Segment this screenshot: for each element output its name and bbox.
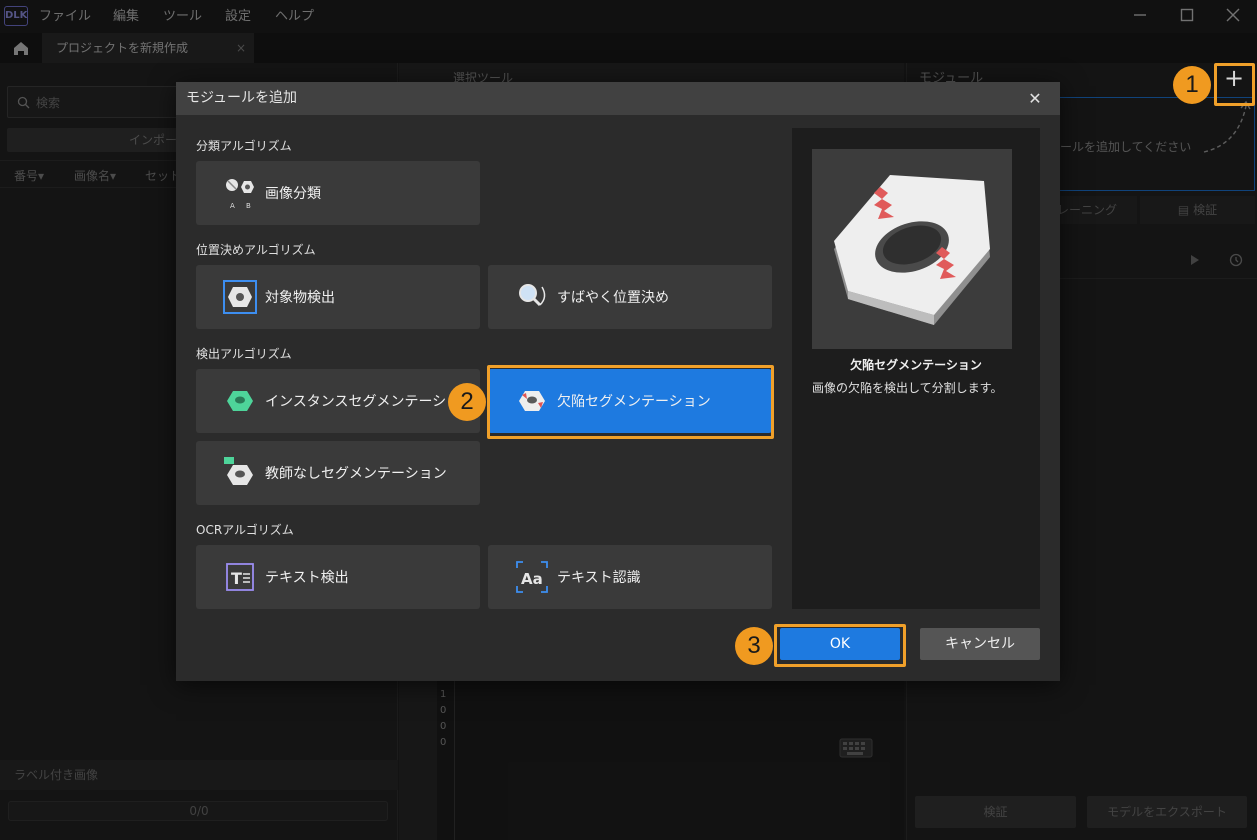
- module-text-recognition[interactable]: Aa テキスト認識: [488, 545, 772, 609]
- section-classification: 分類アルゴリズム: [196, 139, 292, 153]
- instance-segmentation-icon: [227, 391, 253, 411]
- fast-positioning-icon: [519, 284, 546, 307]
- module-unsupervised-segmentation[interactable]: 教師なしセグメンテーション: [196, 441, 480, 505]
- step-badge-2: 2: [448, 383, 486, 421]
- svg-text:Aa: Aa: [521, 570, 543, 588]
- section-detection: 検出アルゴリズム: [196, 347, 292, 361]
- module-label: 対象物検出: [265, 290, 335, 306]
- module-instance-segmentation[interactable]: インスタンスセグメンテーション: [196, 369, 480, 433]
- module-fast-positioning[interactable]: すばやく位置決め: [488, 265, 772, 329]
- text-recognition-icon: Aa: [516, 561, 548, 593]
- step-badge-1: 1: [1173, 66, 1211, 104]
- svg-text:A: A: [230, 202, 235, 210]
- dialog-close-icon[interactable]: ✕: [1020, 82, 1050, 115]
- text-detection-icon: T: [226, 563, 254, 591]
- dialog-title: モジュールを追加: [176, 82, 1060, 115]
- preview-image: [812, 149, 1012, 349]
- section-ocr: OCRアルゴリズム: [196, 523, 294, 537]
- cancel-button[interactable]: キャンセル: [920, 628, 1040, 660]
- step1-highlight: [1214, 63, 1255, 106]
- step3-highlight: [774, 624, 906, 667]
- module-label: テキスト認識: [557, 570, 641, 586]
- module-label: 画像分類: [265, 186, 321, 202]
- module-label: すばやく位置決め: [557, 290, 669, 306]
- step-badge-3: 3: [735, 627, 773, 665]
- object-detection-icon: [223, 280, 257, 314]
- module-label: テキスト検出: [265, 570, 349, 586]
- svg-text:T: T: [231, 569, 242, 588]
- module-label: インスタンスセグメンテーション: [265, 394, 475, 410]
- preview-description: 画像の欠陥を検出して分割します。: [812, 381, 1003, 395]
- step2-highlight: [487, 365, 774, 439]
- module-object-detection[interactable]: 対象物検出: [196, 265, 480, 329]
- module-image-classification[interactable]: AB 画像分類: [196, 161, 480, 225]
- module-preview: 欠陥セグメンテーション 画像の欠陥を検出して分割します。: [792, 128, 1040, 609]
- svg-text:B: B: [246, 202, 251, 210]
- module-text-detection[interactable]: T テキスト検出: [196, 545, 480, 609]
- defect-nut-illustration: [834, 175, 990, 325]
- unsupervised-segmentation-icon: [224, 457, 253, 485]
- section-positioning: 位置決めアルゴリズム: [196, 243, 316, 257]
- module-label: 教師なしセグメンテーション: [265, 466, 447, 482]
- image-classification-icon: AB: [226, 179, 254, 210]
- preview-module-name: 欠陥セグメンテーション: [850, 358, 982, 372]
